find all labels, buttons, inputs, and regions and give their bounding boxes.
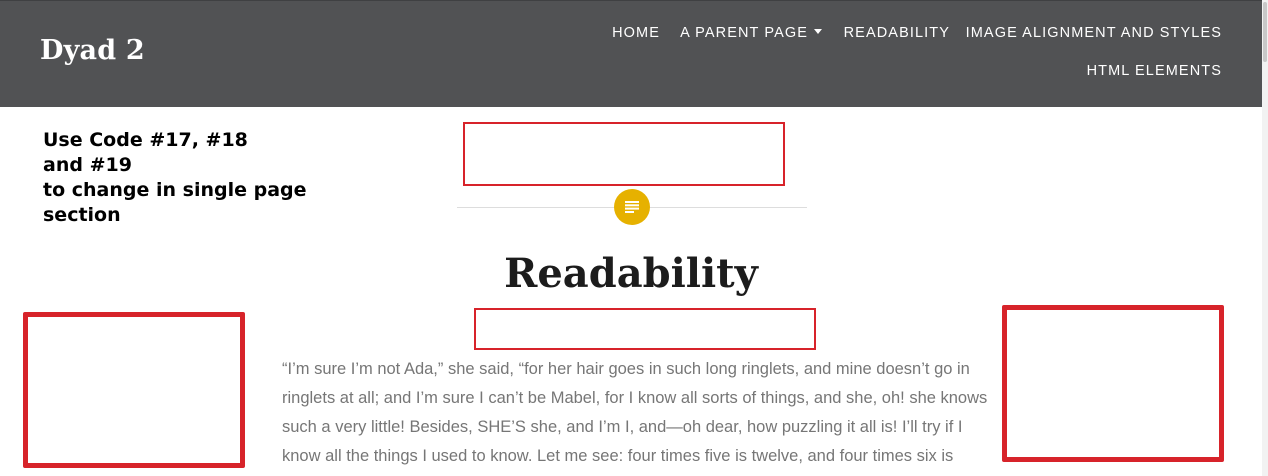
document-lines-icon (625, 201, 639, 213)
paragraph-line: ringlets at all; and I’m sure I can’t be… (282, 389, 988, 407)
annotation-box-right (1002, 305, 1224, 462)
paragraph-line: know all the things I used to know. Let … (282, 447, 954, 465)
page-title: Readability (504, 250, 758, 297)
scrollbar-thumb[interactable] (1263, 2, 1267, 62)
site-header: Dyad 2 HOME A PARENT PAGE READABILITY IM… (0, 0, 1262, 107)
annotation-box-title (474, 308, 816, 350)
nav-item-a-parent-page[interactable]: A PARENT PAGE (680, 25, 822, 41)
caret-down-icon (814, 29, 822, 34)
scrollbar[interactable] (1262, 0, 1268, 476)
site-title[interactable]: Dyad 2 (40, 35, 145, 66)
annotation-box-left (23, 312, 245, 468)
annotation-box-top (463, 122, 785, 186)
nav-item-home[interactable]: HOME (612, 25, 660, 41)
nav-item-label: A PARENT PAGE (680, 25, 808, 41)
post-content: “I’m sure I’m not Ada,” she said, “for h… (282, 355, 988, 471)
nav-item-html-elements[interactable]: HTML ELEMENTS (1087, 63, 1222, 79)
post-format-badge (614, 189, 650, 225)
paragraph-line: such a very little! Besides, SHE’S she, … (282, 418, 963, 436)
nav-item-readability[interactable]: READABILITY (844, 25, 950, 41)
nav-item-image-alignment[interactable]: IMAGE ALIGNMENT AND STYLES (966, 25, 1222, 41)
paragraph-line: “I’m sure I’m not Ada,” she said, “for h… (282, 360, 970, 378)
annotation-note: Use Code #17, #18 and #19 to change in s… (43, 129, 307, 226)
